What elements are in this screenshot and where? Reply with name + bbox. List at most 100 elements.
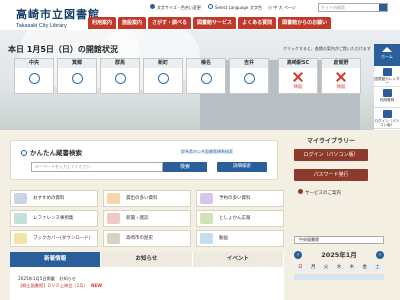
sidebar-calendar[interactable]: 図書館カレンダー <box>374 66 400 87</box>
nav-services[interactable]: 図書館サービス <box>193 17 237 29</box>
calendar-icon <box>382 68 392 76</box>
branch-gunma[interactable]: 群馬 <box>100 58 140 94</box>
chevron-right-icon <box>298 189 303 194</box>
catalog-search-title: かんたん蔵書検索 <box>21 147 82 157</box>
weekday-tue: 火 <box>319 264 333 272</box>
nav-facilities[interactable]: 施設案内 <box>118 17 147 29</box>
tab-new-info[interactable]: 新着情報 <box>10 252 102 267</box>
link-popular-reservations[interactable]: 予約の多い資料 <box>196 190 284 207</box>
language-link[interactable]: Select Language <box>208 3 248 12</box>
nav-faq[interactable]: よくある質問 <box>238 17 277 29</box>
calendar-header: ‹ 2025年1月 › <box>294 248 384 262</box>
catalog-search-panel: かんたん蔵書検索 群馬県内公共図書館横断検索 キーワードを入力してください 検索… <box>10 140 278 180</box>
news-meta: 2025年1月5日掲載 お知らせ <box>18 275 276 282</box>
calendar-weekdays: 日 月 火 水 木 金 土 <box>294 264 385 272</box>
branch-haruna[interactable]: 榛名 <box>186 58 226 94</box>
open-icon <box>243 73 255 84</box>
sidebar-home[interactable]: ホーム <box>374 44 400 66</box>
main-nav: 利用案内 施設案内 さがす・調べる 図書館サービス よくある質問 図書館からのお… <box>88 17 400 30</box>
password-issue-button[interactable]: パスワード発行 <box>294 169 368 181</box>
branch-minowa[interactable]: 箕郷 <box>57 58 97 94</box>
service-guide-link[interactable]: サービスのご案内 <box>298 189 368 196</box>
branch-central[interactable]: 中央 <box>14 58 54 94</box>
login-icon <box>382 110 392 118</box>
link-label: 動画 <box>219 236 228 241</box>
catalog-search-button[interactable]: 検索 <box>163 162 207 172</box>
news-tabs: 新着情報 お知らせ イベント <box>10 252 284 267</box>
nav-requests[interactable]: 図書館からのお願い <box>278 17 332 29</box>
news-list: 2025年1月5日掲載 お知らせ 【郷土図書館】ＤＶＤ上映会（2月） NEW <box>10 267 284 300</box>
sidebar-login[interactable]: ログイン（パソコン版） <box>374 108 400 129</box>
link-recommended[interactable]: おすすめの資料 <box>10 190 98 207</box>
link-popular-loans[interactable]: 貸出の多い資料 <box>103 190 191 207</box>
hero-note: クリックすると、各館の案内がご覧いただけます <box>283 46 371 51</box>
link-label: おすすめの資料 <box>33 196 65 201</box>
language-label: Select Language <box>215 5 249 10</box>
branch-shinmachi[interactable]: 新町 <box>143 58 183 94</box>
size-small-radio[interactable]: 小 <box>268 5 272 10</box>
open-icon <box>200 73 212 84</box>
prev-month-icon[interactable]: ‹ <box>294 251 302 259</box>
nav-usage[interactable]: 利用案内 <box>88 17 117 29</box>
link-city-history[interactable]: 高崎市の歴史 <box>103 230 191 247</box>
link-label: 貸出の多い資料 <box>126 196 158 201</box>
size-medium-radio[interactable]: 中 <box>273 5 277 10</box>
magnifier-icon <box>21 150 27 156</box>
main-content: かんたん蔵書検索 群馬県内公共図書館横断検索 キーワードを入力してください 検索… <box>0 130 400 300</box>
size-medium: 中 <box>273 5 278 10</box>
catalog-search-input[interactable]: キーワードを入力してください <box>31 162 163 172</box>
sidebar-calendar-label: 図書館カレンダー <box>374 77 400 85</box>
video-icon <box>200 233 213 244</box>
branch-yoshii[interactable]: 吉井 <box>229 58 269 94</box>
link-reference[interactable]: レファレンス事例集 <box>10 210 98 227</box>
hero-title: 本日 1月5日（日）の開館状況 <box>8 45 118 54</box>
search-icon[interactable] <box>379 4 387 11</box>
tab-events[interactable]: イベント <box>192 252 284 267</box>
weekday-wed: 水 <box>332 264 346 272</box>
font-size-link[interactable]: 文字サイズ・色合い変更 <box>150 3 201 12</box>
size-large-radio[interactable]: 大 <box>279 5 283 10</box>
branch-name: 倉賀野 <box>322 59 360 68</box>
detail-search-button[interactable]: 詳細検索 <box>217 162 267 172</box>
contrast-control[interactable]: 文字色 <box>250 3 262 12</box>
closed-label: 休館 <box>336 85 346 90</box>
calendar-month: 2025年1月 <box>321 251 357 259</box>
font-size-icon <box>150 4 155 9</box>
site-search-input[interactable]: サイト内検索 <box>318 3 388 12</box>
news-title: 【郷土図書館】ＤＶＤ上映会（2月） <box>18 283 88 288</box>
link-library-pr[interactable]: としょかん広報 <box>196 210 284 227</box>
link-newspapers[interactable]: 新聞・雑誌 <box>103 210 191 227</box>
link-label: レファレンス事例集 <box>33 216 74 221</box>
home-icon <box>382 47 392 52</box>
size-controls: 小 中 大 ページ <box>268 3 296 12</box>
weekday-thu: 木 <box>345 264 359 272</box>
link-label: 高崎市の歴史 <box>126 236 153 241</box>
size-large: 大 <box>278 5 283 10</box>
book-icon <box>14 213 27 224</box>
cross-search-link[interactable]: 群馬県内公共図書館横断検索 <box>181 149 233 155</box>
weekday-fri: 金 <box>358 264 372 272</box>
header-tools: 文字サイズ・色合い変更 Select Language 文字色 小 中 大 ペー… <box>150 3 390 13</box>
sidebar-login-label: ログイン（パソコン版） <box>374 119 400 127</box>
link-videos[interactable]: 動画 <box>196 230 284 247</box>
tab-notices[interactable]: お知らせ <box>101 252 193 267</box>
branch-name: 箕郷 <box>58 59 96 68</box>
news-item-link[interactable]: 【郷土図書館】ＤＶＤ上映会（2月） NEW <box>18 282 276 289</box>
catalog-search-title-text: かんたん蔵書検索 <box>30 149 82 157</box>
branch-name: 榛名 <box>187 59 225 68</box>
branch-kuragano[interactable]: 倉賀野 休館 <box>321 58 361 94</box>
weekday-sat: 土 <box>371 264 385 272</box>
branch-takasaki-station[interactable]: 高崎駅SC 休館 <box>278 58 318 94</box>
nav-search[interactable]: さがす・調べる <box>148 17 192 29</box>
next-month-icon[interactable]: › <box>376 251 384 259</box>
card-icon <box>382 89 392 97</box>
branch-name: 群馬 <box>101 59 139 68</box>
branch-status-list: 中央 箕郷 群馬 新町 榛名 吉井 高崎駅SC 休館 倉賀野休館 <box>14 58 361 94</box>
site-search-placeholder: サイト内検索 <box>321 5 345 10</box>
login-button[interactable]: ログイン（パソコン版） <box>294 149 368 161</box>
link-book-cover[interactable]: ブックカバー(ダウンロード) <box>10 230 98 247</box>
weekday-sun: 日 <box>294 264 307 272</box>
weekday-mon: 月 <box>306 264 320 272</box>
sidebar-registration[interactable]: 利用登録 <box>374 87 400 108</box>
calendar-branch-select[interactable]: 中央図書館 <box>294 236 384 244</box>
